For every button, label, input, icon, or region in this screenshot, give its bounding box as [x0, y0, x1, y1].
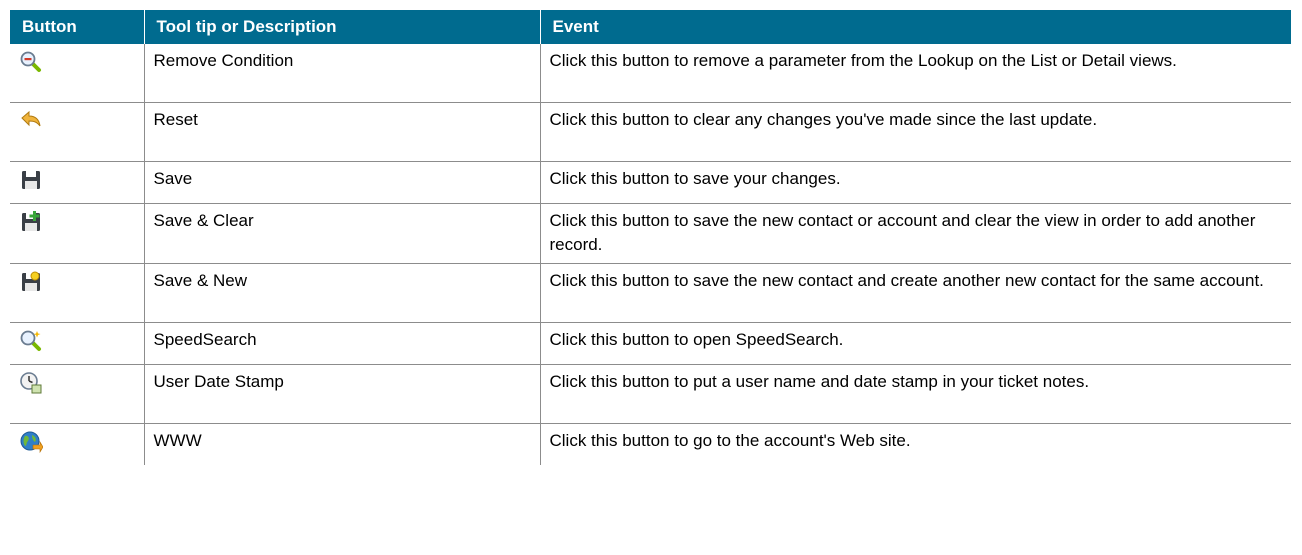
table-header-row: Button Tool tip or Description Event: [10, 10, 1291, 44]
reset-arrow-icon: [19, 109, 43, 133]
save-clear-floppy-icon: [19, 210, 43, 234]
event-cell: Click this button to open SpeedSearch.: [540, 322, 1291, 365]
table-row: SpeedSearch Click this button to open Sp…: [10, 322, 1291, 365]
table-row: Save & Clear Click this button to save t…: [10, 203, 1291, 264]
table-row: User Date Stamp Click this button to put…: [10, 364, 1291, 424]
www-globe-icon: [19, 430, 43, 454]
table-row: Save & New Click this button to save the…: [10, 263, 1291, 323]
header-button: Button: [10, 10, 145, 44]
header-tooltip: Tool tip or Description: [144, 10, 541, 44]
button-cell: [10, 44, 145, 103]
event-cell: Click this button to remove a parameter …: [540, 44, 1291, 103]
remove-condition-magnifier-icon: [19, 50, 43, 74]
table-row: Remove Condition Click this button to re…: [10, 44, 1291, 103]
button-cell: [10, 263, 145, 323]
button-cell: [10, 322, 145, 365]
table-row: WWW Click this button to go to the accou…: [10, 423, 1291, 465]
button-reference-table: Button Tool tip or Description Event Rem…: [10, 10, 1291, 465]
button-cell: [10, 102, 145, 162]
tooltip-cell: SpeedSearch: [144, 322, 541, 365]
event-cell: Click this button to put a user name and…: [540, 364, 1291, 424]
table-row: Save Click this button to save your chan…: [10, 161, 1291, 204]
save-floppy-icon: [19, 168, 43, 192]
button-reference-table-container: Button Tool tip or Description Event Rem…: [10, 10, 1291, 465]
tooltip-cell: Reset: [144, 102, 541, 162]
button-cell: [10, 161, 145, 204]
event-cell: Click this button to save your changes.: [540, 161, 1291, 204]
button-cell: [10, 203, 145, 264]
tooltip-cell: WWW: [144, 423, 541, 465]
event-cell: Click this button to save the new contac…: [540, 263, 1291, 323]
tooltip-cell: Save & Clear: [144, 203, 541, 264]
button-cell: [10, 423, 145, 465]
event-cell: Click this button to save the new contac…: [540, 203, 1291, 264]
tooltip-cell: Save: [144, 161, 541, 204]
event-cell: Click this button to go to the account's…: [549, 431, 911, 450]
button-cell: [10, 364, 145, 424]
tooltip-cell: Save & New: [144, 263, 541, 323]
tooltip-cell: Remove Condition: [144, 44, 541, 103]
table-row: Reset Click this button to clear any cha…: [10, 102, 1291, 162]
save-new-floppy-icon: [19, 270, 43, 294]
user-date-stamp-clock-icon: [19, 371, 43, 395]
speedsearch-magnifier-icon: [19, 329, 43, 353]
header-event: Event: [540, 10, 1291, 44]
event-cell: Click this button to clear any changes y…: [540, 102, 1291, 162]
tooltip-cell: User Date Stamp: [144, 364, 541, 424]
